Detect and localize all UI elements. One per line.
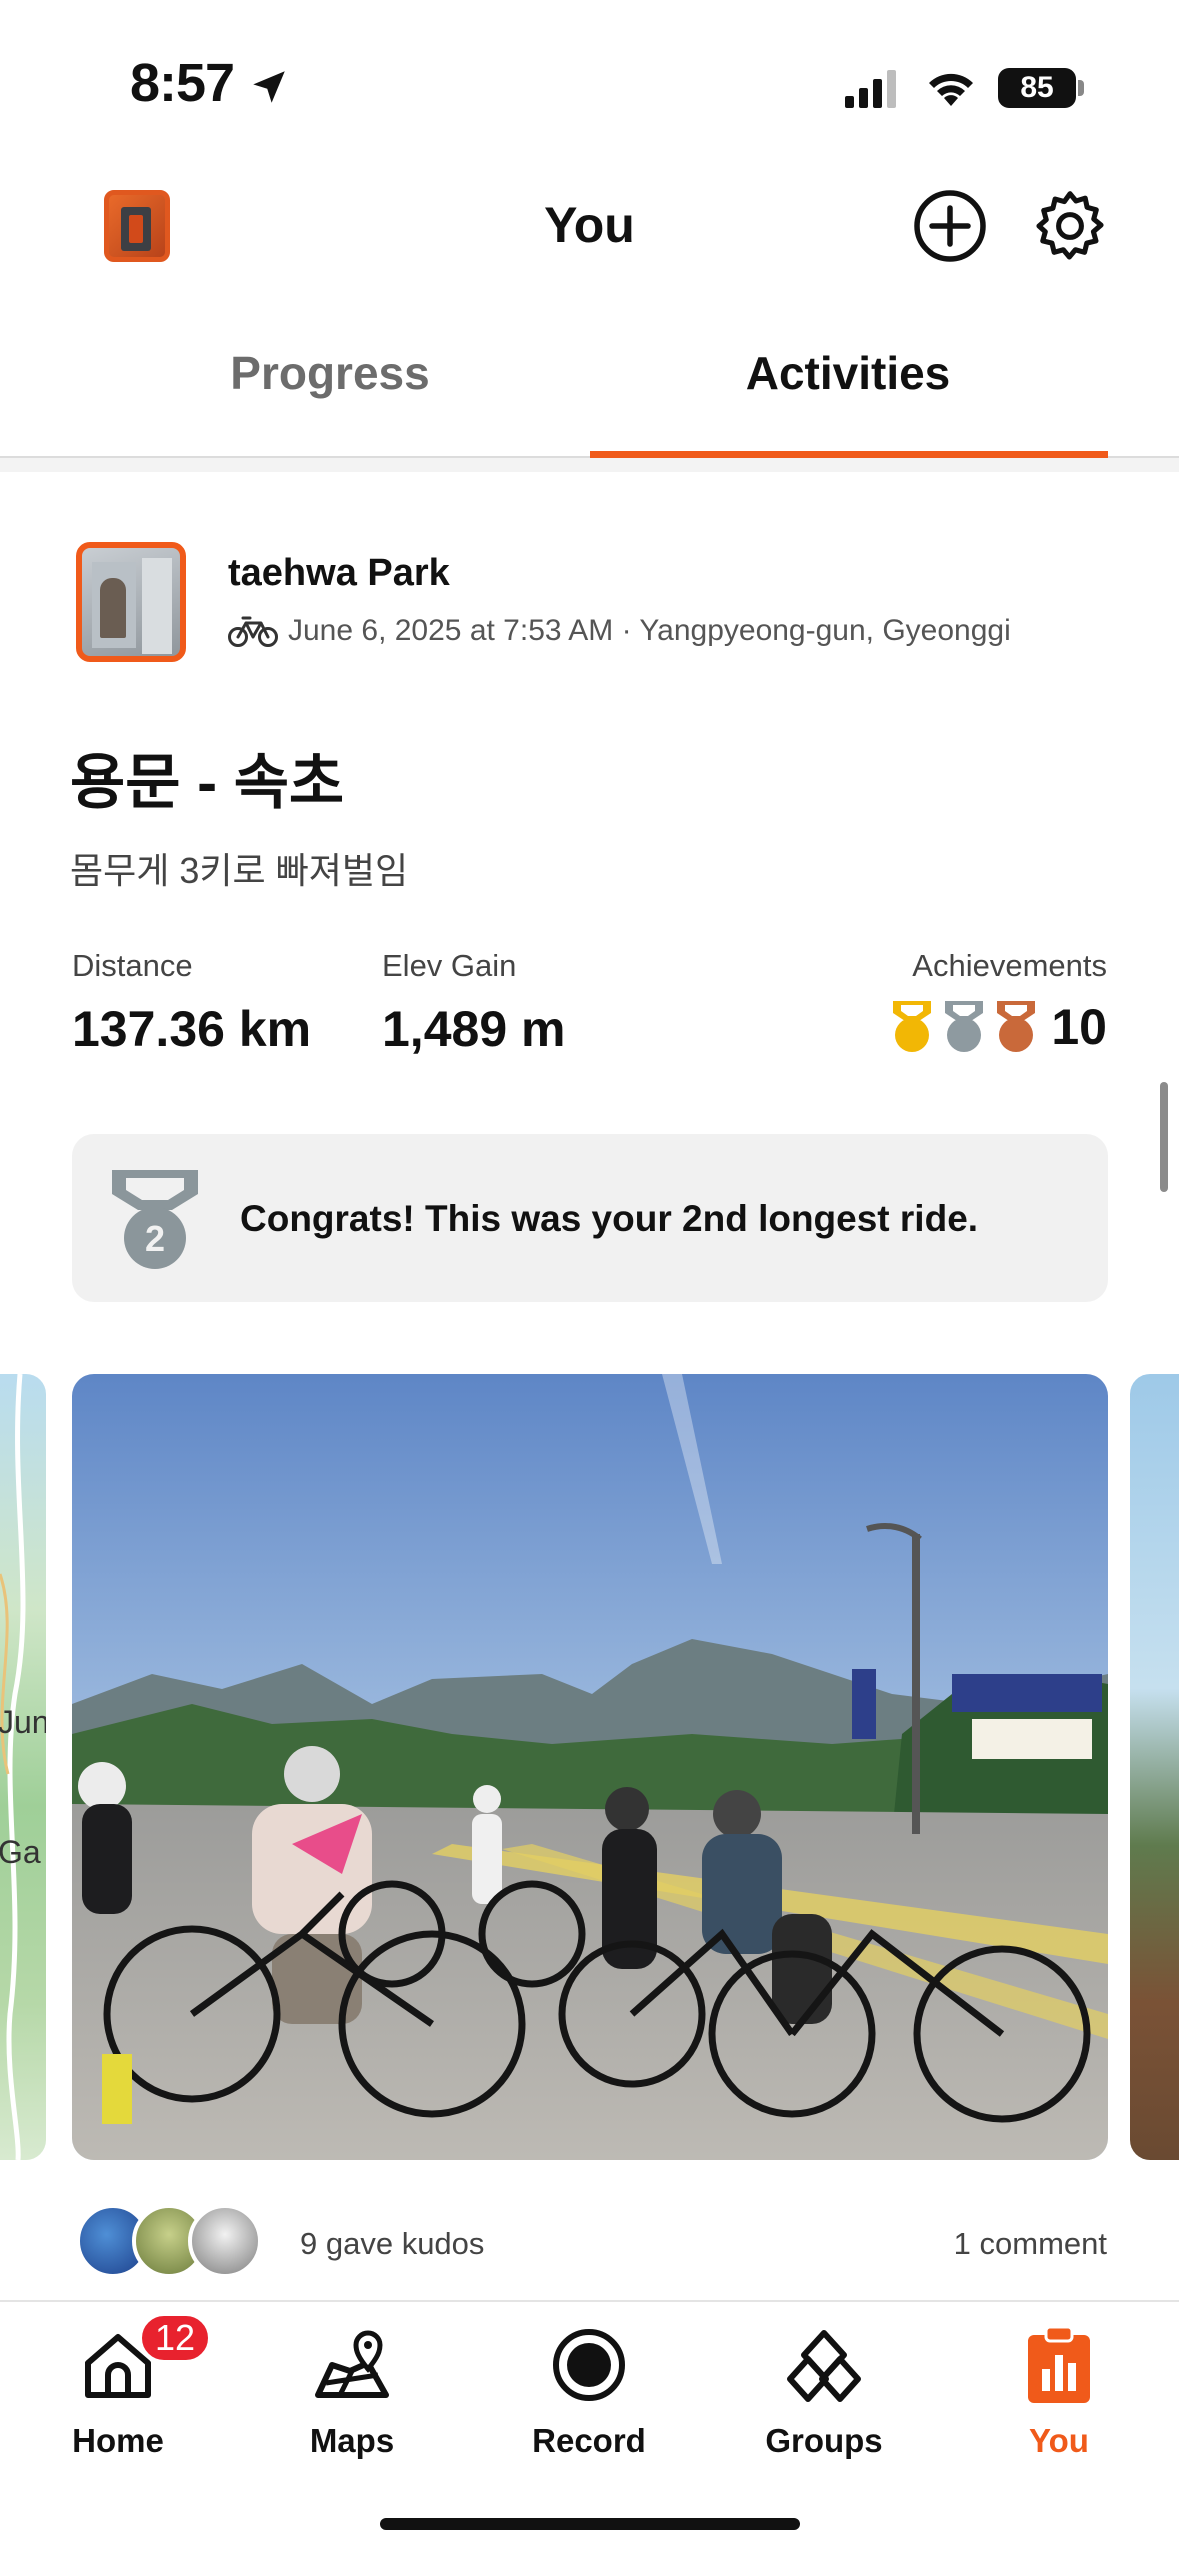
cyclists-photo <box>72 1374 1108 2160</box>
nav-maps[interactable]: Maps <box>252 2320 452 2460</box>
battery-tip <box>1078 80 1084 96</box>
athlete-name[interactable]: taehwa Park <box>228 552 450 595</box>
nav-label: Maps <box>309 2422 395 2459</box>
activity-date-location: June 6, 2025 at 7:53 AM · Yangpyeong-gun… <box>288 614 1011 647</box>
kudos-avatars[interactable] <box>76 2204 262 2278</box>
status-time: 8:57 <box>130 53 235 113</box>
cellular-signal-icon <box>845 70 896 108</box>
map-label: Jun <box>0 1704 46 1740</box>
elev-gain-label: Elev Gain <box>382 948 517 983</box>
you-clipboard-icon <box>1028 2325 1090 2403</box>
next-photo-thumbnail[interactable] <box>1130 1374 1179 2160</box>
nav-label: Record <box>532 2422 646 2459</box>
achievements-label: Achievements <box>912 948 1107 983</box>
nav-groups[interactable]: Groups <box>724 2320 924 2460</box>
medal-rank-number: 2 <box>145 1218 165 1259</box>
maps-icon <box>315 2330 389 2398</box>
silver-medal-icon <box>945 1001 984 1052</box>
page-title: You <box>544 197 635 253</box>
kudos-count[interactable]: 9 gave kudos <box>300 2226 484 2262</box>
record-icon <box>553 2329 625 2401</box>
silver-medal-icon: 2 <box>112 1170 198 1269</box>
activity-title[interactable]: 용문 - 속초 <box>70 734 344 821</box>
nav-label: Groups <box>765 2422 883 2459</box>
nav-record[interactable]: Record <box>489 2320 689 2460</box>
athlete-avatar[interactable] <box>76 542 186 662</box>
map-route-icon <box>0 1374 26 2160</box>
activity-description: 몸무게 3키로 빠져벌임 <box>70 850 409 891</box>
activity-photo[interactable] <box>72 1374 1108 2160</box>
nav-label: You <box>1029 2422 1089 2459</box>
map-label: Ga <box>0 1834 41 1870</box>
map-thumbnail[interactable]: Jun Ga <box>0 1374 46 2160</box>
add-icon[interactable] <box>912 188 988 264</box>
battery-level: 85 <box>998 68 1076 108</box>
active-tab-indicator <box>590 451 1108 458</box>
activity-meta: June 6, 2025 at 7:53 AM · Yangpyeong-gun… <box>228 614 1011 648</box>
bronze-medal-icon <box>997 1001 1036 1052</box>
nav-label: Home <box>72 2422 164 2459</box>
nav-you[interactable]: You <box>959 2320 1159 2460</box>
scrollbar[interactable] <box>1160 1082 1168 1192</box>
gear-icon[interactable] <box>1032 188 1108 264</box>
groups-icon <box>787 2330 861 2402</box>
distance-label: Distance <box>72 948 193 983</box>
gold-medal-icon <box>893 1001 932 1052</box>
distance-value: 137.36 km <box>72 1001 312 1057</box>
elev-gain-value: 1,489 m <box>382 1001 566 1057</box>
location-arrow-icon <box>253 71 285 103</box>
bike-icon <box>228 616 278 647</box>
section-separator <box>0 458 1179 472</box>
avatar <box>188 2204 262 2278</box>
congrats-text: Congrats! This was your 2nd longest ride… <box>240 1198 979 1239</box>
achievements-row[interactable]: 10 <box>889 998 1107 1056</box>
wifi-icon <box>929 73 973 106</box>
notification-badge: 12 <box>138 2312 212 2364</box>
tab-activities[interactable]: Activities <box>588 346 1108 400</box>
home-indicator[interactable] <box>380 2518 800 2530</box>
comment-count[interactable]: 1 comment <box>954 2226 1107 2262</box>
tab-progress[interactable]: Progress <box>70 346 590 400</box>
achievements-count: 10 <box>1051 999 1107 1055</box>
